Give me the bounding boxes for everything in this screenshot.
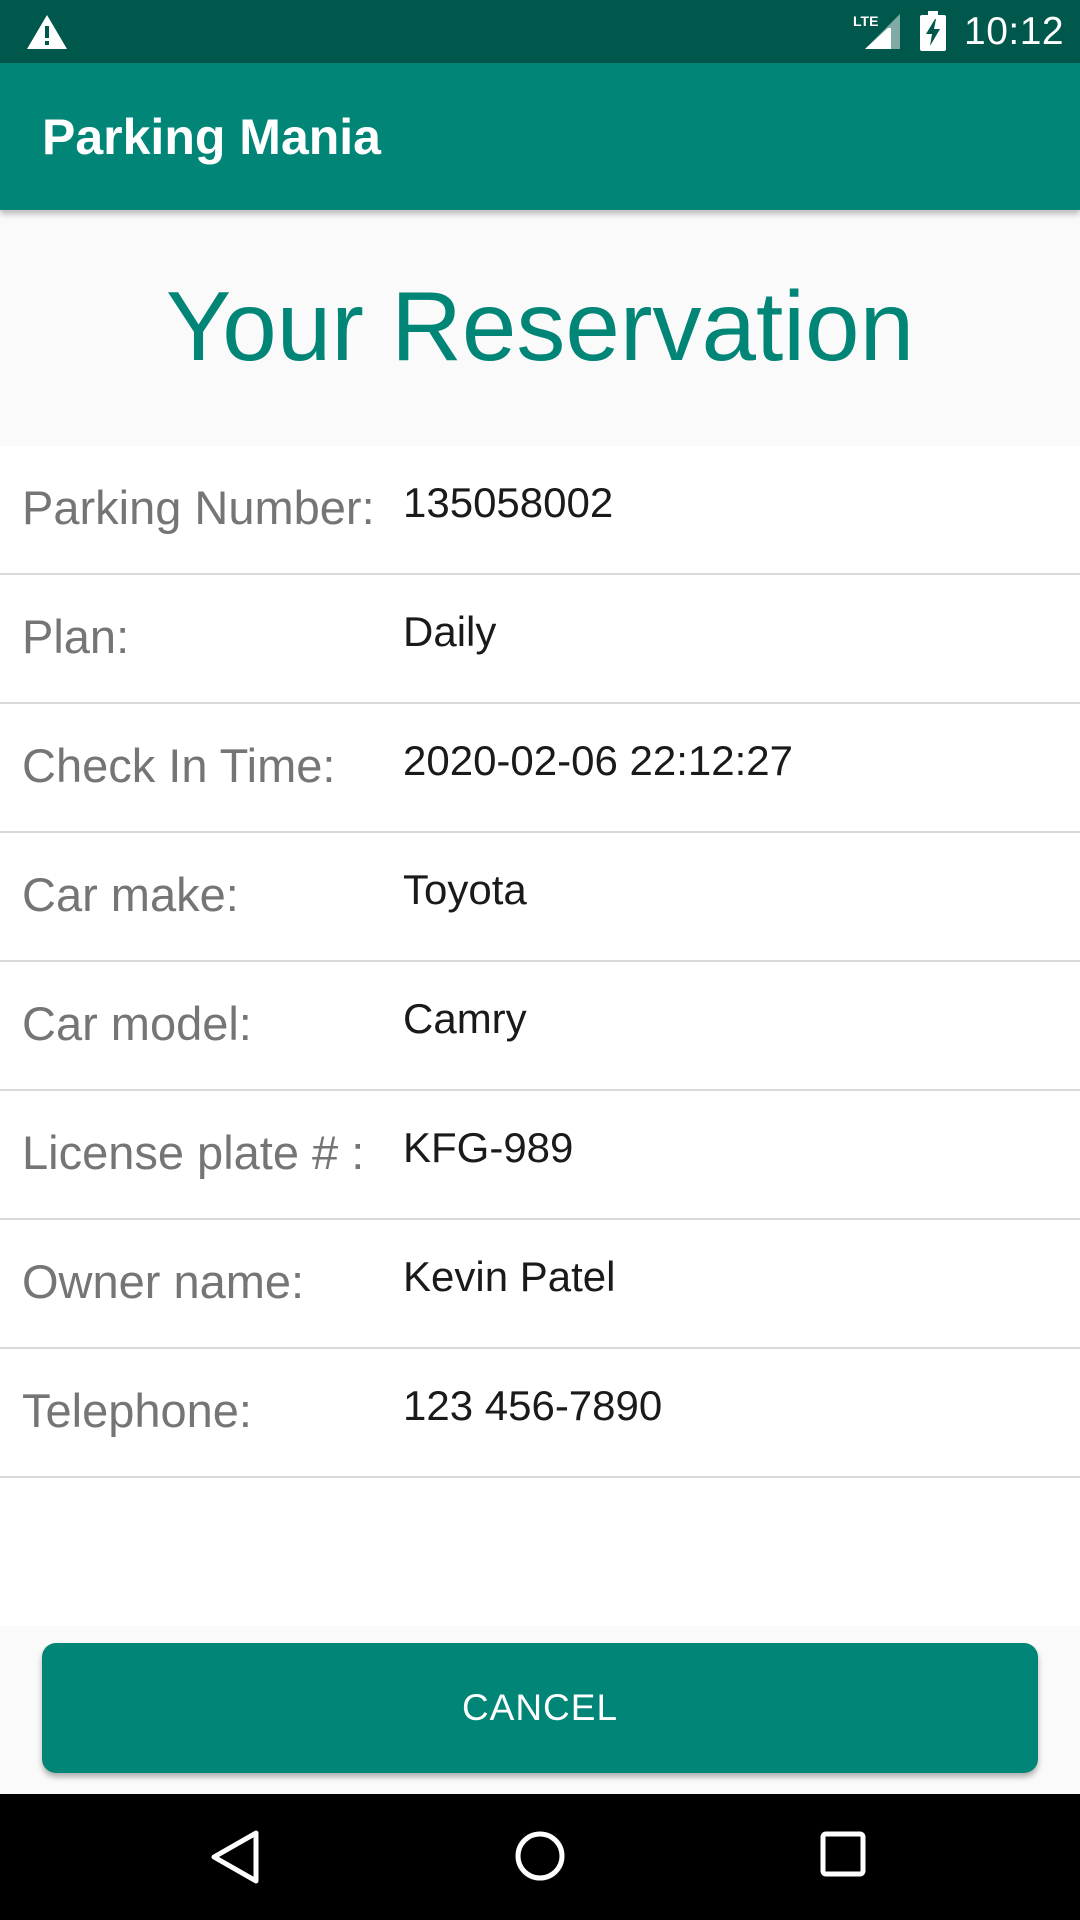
- detail-value: 135058002: [403, 479, 614, 526]
- detail-row-car-model: Car model: Camry: [0, 962, 1080, 1091]
- back-icon[interactable]: [210, 1829, 260, 1885]
- detail-value: 2020-02-06 22:12:27: [403, 737, 793, 784]
- svg-text:LTE: LTE: [853, 13, 878, 29]
- detail-value: Camry: [403, 995, 527, 1042]
- status-time: 10:12: [964, 10, 1065, 53]
- app-bar: Parking Mania: [0, 63, 1080, 210]
- detail-row-license-plate: License plate # : KFG-989: [0, 1091, 1080, 1220]
- detail-value: 123 456-7890: [403, 1382, 663, 1429]
- detail-label: Check In Time:: [22, 739, 336, 792]
- reservation-screen: LTE 10:12 Parking Mania Your Reservation…: [0, 0, 1080, 1920]
- detail-label: Telephone:: [22, 1384, 252, 1437]
- reservation-details: Parking Number: 135058002 Plan: Daily Ch…: [0, 446, 1080, 1626]
- heading-area: Your Reservation: [0, 210, 1080, 446]
- detail-row-check-in-time: Check In Time: 2020-02-06 22:12:27: [0, 704, 1080, 833]
- battery-charging-icon: [920, 11, 946, 51]
- detail-label: Car model:: [22, 997, 252, 1050]
- detail-value: Kevin Patel: [403, 1253, 616, 1300]
- home-icon[interactable]: [514, 1830, 566, 1882]
- warning-icon: [27, 15, 67, 49]
- detail-label: Parking Number:: [22, 481, 375, 534]
- detail-row-telephone: Telephone: 123 456-7890: [0, 1349, 1080, 1478]
- button-area: CANCEL: [0, 1626, 1080, 1794]
- detail-row-parking-number: Parking Number: 135058002: [0, 446, 1080, 575]
- detail-label: Car make:: [22, 868, 239, 921]
- detail-value: Daily: [403, 608, 497, 655]
- detail-row-plan: Plan: Daily: [0, 575, 1080, 704]
- recents-icon[interactable]: [819, 1830, 867, 1878]
- lte-signal-icon: LTE: [853, 13, 900, 49]
- detail-label: Owner name:: [22, 1255, 305, 1308]
- detail-value: KFG-989: [403, 1124, 574, 1171]
- detail-row-owner-name: Owner name: Kevin Patel: [0, 1220, 1080, 1349]
- page-title: Your Reservation: [165, 271, 915, 381]
- detail-row-car-make: Car make: Toyota: [0, 833, 1080, 962]
- navigation-bar: [0, 1794, 1080, 1920]
- detail-label: License plate # :: [22, 1126, 365, 1179]
- status-bar: LTE 10:12: [0, 0, 1080, 63]
- app-title: Parking Mania: [42, 109, 381, 165]
- detail-label: Plan:: [22, 610, 130, 663]
- detail-value: Toyota: [403, 866, 527, 913]
- cancel-button[interactable]: CANCEL: [42, 1643, 1038, 1773]
